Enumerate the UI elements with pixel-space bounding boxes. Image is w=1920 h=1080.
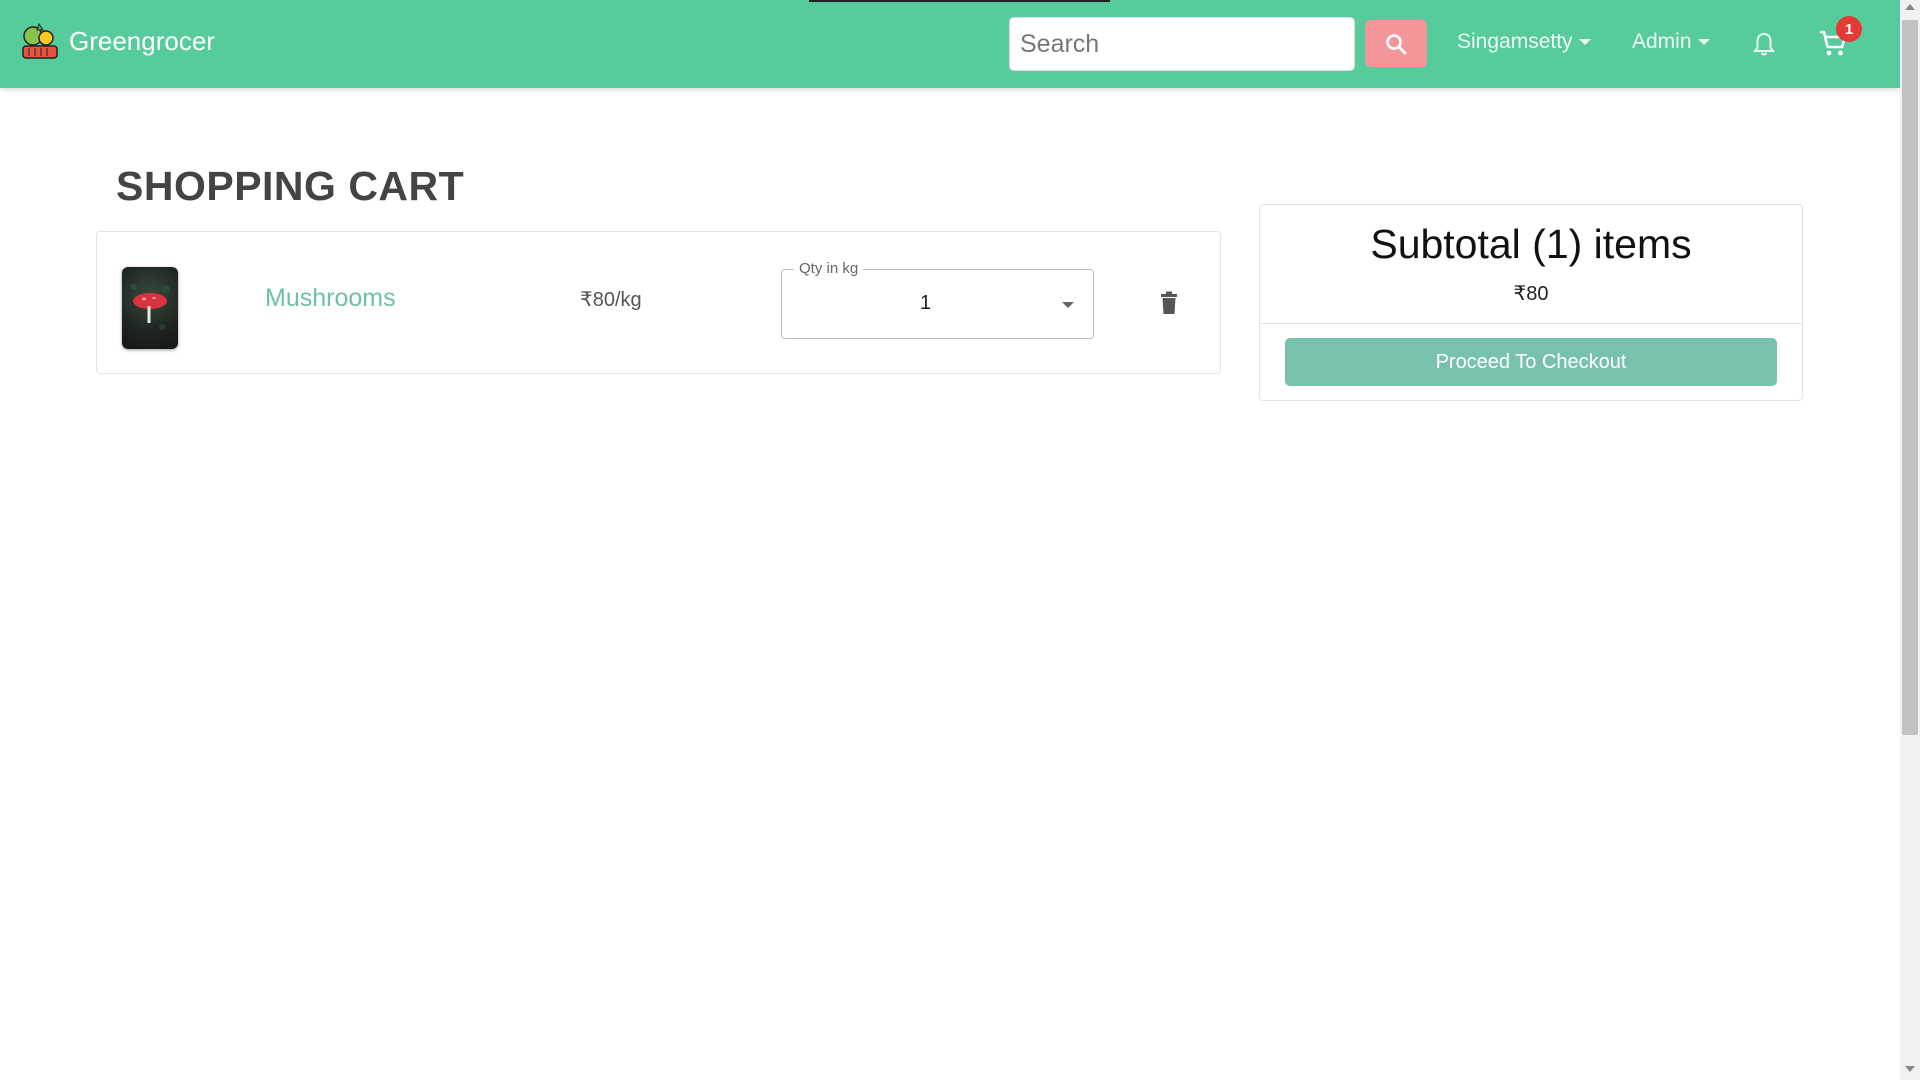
top-strip — [809, 0, 1110, 2]
scroll-down-icon[interactable] — [1905, 1066, 1915, 1072]
checkout-button[interactable]: Proceed To Checkout — [1285, 338, 1777, 386]
user-dropdown[interactable]: Singamsetty — [1457, 30, 1591, 54]
summary-divider — [1260, 323, 1802, 324]
item-price: ₹80/kg — [580, 289, 642, 311]
subtotal-amount: ₹80 — [1513, 283, 1549, 305]
bell-icon[interactable] — [1753, 31, 1775, 57]
greengrocer-logo-icon — [22, 22, 58, 59]
admin-dropdown[interactable]: Admin — [1632, 30, 1710, 54]
cart-count-badge: 1 — [1836, 16, 1862, 42]
chevron-down-icon — [1578, 39, 1591, 45]
quantity-value: 1 — [920, 292, 932, 314]
search-icon — [1386, 33, 1407, 54]
order-summary: Subtotal (1) items ₹80 Proceed To Checko… — [1259, 204, 1803, 401]
quantity-label: Qty in kg — [794, 260, 864, 277]
user-dropdown-label: Singamsetty — [1457, 30, 1573, 53]
search-input[interactable] — [1009, 17, 1355, 71]
search-button[interactable] — [1365, 20, 1427, 67]
scroll-up-icon[interactable] — [1905, 4, 1915, 10]
chevron-down-icon — [1062, 302, 1074, 308]
scrollbar-thumb[interactable] — [1902, 20, 1918, 735]
chevron-down-icon — [1697, 39, 1710, 45]
mushroom-image-icon — [131, 284, 170, 330]
brand-name: Greengrocer — [69, 25, 215, 56]
admin-dropdown-label: Admin — [1632, 30, 1692, 53]
trash-icon[interactable] — [1159, 291, 1179, 315]
brand-link[interactable]: Greengrocer — [19, 20, 215, 62]
page-title: SHOPPING CART — [116, 163, 465, 209]
vertical-scrollbar[interactable] — [1900, 0, 1920, 1080]
quantity-select[interactable]: Qty in kg 1 — [781, 260, 1094, 339]
product-image[interactable] — [122, 267, 178, 349]
item-name-link[interactable]: Mushrooms — [265, 284, 396, 313]
cart-item-row: Mushrooms ₹80/kg Qty in kg 1 — [96, 231, 1221, 374]
navbar: Greengrocer Singamsetty Admin 1 — [0, 0, 1900, 88]
subtotal-title: Subtotal (1) items — [1370, 221, 1692, 267]
